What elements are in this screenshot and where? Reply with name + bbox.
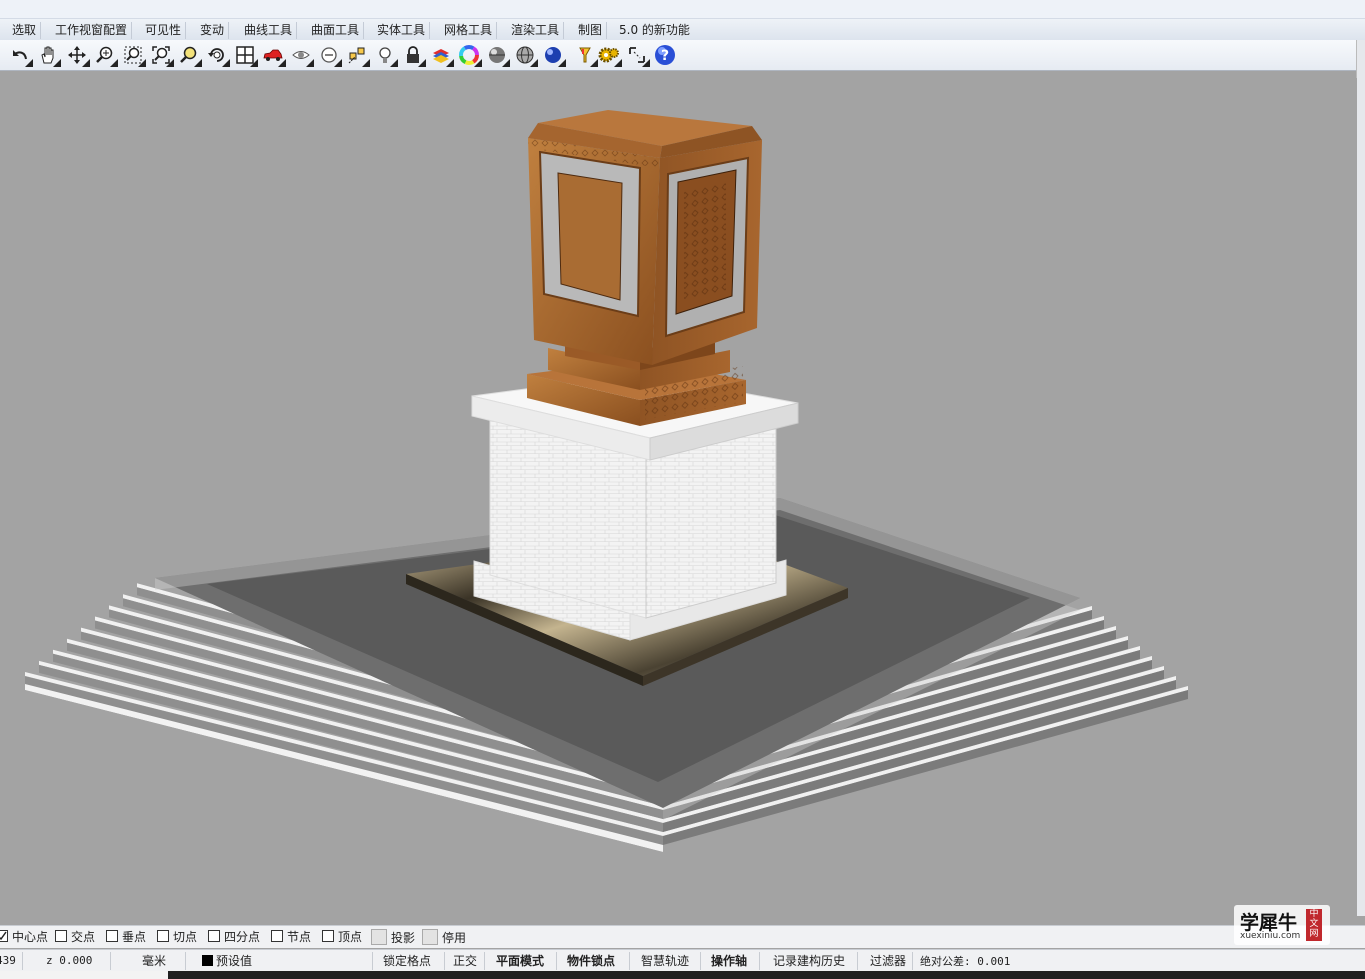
layer-palette-icon[interactable] bbox=[429, 43, 454, 67]
svg-text:?: ? bbox=[661, 48, 669, 64]
taskbar-start-area[interactable] bbox=[0, 971, 168, 979]
os-taskbar bbox=[0, 971, 1365, 979]
right-scrollbar[interactable] bbox=[1356, 40, 1365, 916]
osnap-tangent[interactable]: 切点 bbox=[157, 929, 197, 945]
undo-icon[interactable] bbox=[8, 43, 33, 67]
watermark-seal: 中文网 bbox=[1306, 909, 1322, 941]
osnap-bar: 中心点 交点 垂点 切点 四分点 节点 顶点 投影 停用 bbox=[0, 925, 1365, 948]
osnap-project-label: 投影 bbox=[391, 931, 416, 945]
planar-toggle[interactable]: 平面模式 bbox=[496, 953, 544, 969]
tab-render-tools[interactable]: 渲染工具 bbox=[507, 22, 565, 39]
help-icon[interactable]: ? bbox=[653, 43, 677, 67]
checkbox-perpendicular[interactable] bbox=[106, 930, 118, 942]
layer-selector[interactable]: 预设值 bbox=[202, 953, 252, 969]
units-readout[interactable]: 毫米 bbox=[142, 953, 166, 969]
title-strip bbox=[0, 0, 1365, 19]
zoom-extents-icon[interactable] bbox=[149, 43, 174, 67]
tab-solid-tools[interactable]: 实体工具 bbox=[373, 22, 431, 39]
grid-snap-toggle[interactable]: 锁定格点 bbox=[383, 953, 431, 969]
zoom-selected-icon[interactable] bbox=[177, 43, 202, 67]
four-viewports-icon[interactable] bbox=[233, 43, 258, 67]
osnap-toggle[interactable]: 物件锁点 bbox=[567, 953, 615, 969]
tab-drafting[interactable]: 制图 bbox=[574, 22, 608, 39]
smarttrack-toggle[interactable]: 智慧轨迹 bbox=[641, 953, 689, 969]
toolbar-tab-bar: 选取 工作视窗配置 可见性 变动 曲线工具 曲面工具 实体工具 网格工具 渲染工… bbox=[0, 19, 1365, 40]
osnap-intersection[interactable]: 交点 bbox=[55, 929, 95, 945]
layer-color-swatch bbox=[202, 955, 213, 966]
osnap-center-label: 中心点 bbox=[12, 930, 49, 944]
tolerance-readout: 绝对公差: 0.001 bbox=[920, 953, 1010, 969]
status-bar: 439 z 0.000 毫米 预设值 锁定格点 正交 平面模式 物件锁点 智慧轨… bbox=[0, 949, 1365, 972]
checkbox-intersection[interactable] bbox=[55, 930, 67, 942]
osnap-vertex[interactable]: 顶点 bbox=[322, 929, 362, 945]
tab-curve-tools[interactable]: 曲线工具 bbox=[240, 22, 298, 39]
color-wheel-icon[interactable] bbox=[457, 43, 482, 67]
osnap-center[interactable]: 中心点 bbox=[0, 929, 48, 945]
tab-select[interactable]: 选取 bbox=[8, 22, 42, 39]
pan-hand-icon[interactable] bbox=[36, 43, 61, 67]
watermark-url: xuexiniu.com bbox=[1240, 931, 1301, 941]
tolerance-text: 绝对公差: 0.001 bbox=[920, 955, 1011, 968]
ortho-toggle[interactable]: 正交 bbox=[453, 953, 477, 969]
zoom-window-icon[interactable] bbox=[121, 43, 146, 67]
highlighter-icon[interactable] bbox=[573, 43, 598, 67]
checkbox-project[interactable] bbox=[371, 929, 387, 945]
osnap-perpendicular-label: 垂点 bbox=[122, 930, 147, 944]
side-panel-ornament bbox=[684, 181, 726, 301]
osnap-knot[interactable]: 节点 bbox=[271, 929, 311, 945]
osnap-quadrant-label: 四分点 bbox=[224, 930, 261, 944]
perspective-viewport[interactable] bbox=[0, 78, 1357, 916]
show-object-icon[interactable] bbox=[317, 43, 342, 67]
lock-icon[interactable] bbox=[401, 43, 426, 67]
tab-mesh-tools[interactable]: 网格工具 bbox=[440, 22, 498, 39]
filter-button[interactable]: 过滤器 bbox=[870, 953, 906, 969]
checkbox-knot[interactable] bbox=[271, 930, 283, 942]
gumball-toggle[interactable]: 操作轴 bbox=[711, 953, 747, 969]
osnap-perpendicular[interactable]: 垂点 bbox=[106, 929, 146, 945]
tab-viewport-layout[interactable]: 工作视窗配置 bbox=[51, 22, 133, 39]
move-view-icon[interactable] bbox=[65, 43, 90, 67]
light-bulb-icon[interactable] bbox=[373, 43, 398, 67]
window-front-panel bbox=[557, 172, 623, 301]
osnap-disable[interactable]: 停用 bbox=[422, 929, 466, 945]
gear-settings-icon[interactable] bbox=[597, 43, 622, 67]
osnap-disable-label: 停用 bbox=[442, 931, 467, 945]
shaded-sphere-icon[interactable] bbox=[485, 43, 510, 67]
main-toolbar: ? bbox=[0, 40, 1365, 71]
grid-snap-icon[interactable] bbox=[625, 43, 650, 67]
checkbox-tangent[interactable] bbox=[157, 930, 169, 942]
tab-surface-tools[interactable]: 曲面工具 bbox=[307, 22, 365, 39]
select-points-icon[interactable] bbox=[345, 43, 370, 67]
rendered-model bbox=[25, 110, 1188, 916]
history-toggle[interactable]: 记录建构历史 bbox=[773, 953, 845, 969]
osnap-vertex-label: 顶点 bbox=[338, 930, 363, 944]
tab-transform[interactable]: 变动 bbox=[196, 22, 230, 39]
tab-new-in-v5[interactable]: 5.0 的新功能 bbox=[615, 22, 694, 39]
zoom-icon[interactable] bbox=[93, 43, 118, 67]
osnap-project[interactable]: 投影 bbox=[371, 929, 415, 945]
osnap-knot-label: 节点 bbox=[287, 930, 312, 944]
hide-eye-icon[interactable] bbox=[289, 43, 314, 67]
coord-x-readout: 439 bbox=[0, 954, 16, 967]
osnap-quadrant[interactable]: 四分点 bbox=[208, 929, 260, 945]
checkbox-quadrant[interactable] bbox=[208, 930, 220, 942]
checkbox-disable[interactable] bbox=[422, 929, 438, 945]
osnap-intersection-label: 交点 bbox=[71, 930, 96, 944]
rotate-view-icon[interactable] bbox=[205, 43, 230, 67]
coord-z-readout: z 0.000 bbox=[46, 954, 93, 967]
osnap-tangent-label: 切点 bbox=[173, 930, 198, 944]
wireframe-sphere-icon[interactable] bbox=[513, 43, 538, 67]
rendered-sphere-icon[interactable] bbox=[541, 43, 566, 67]
watermark-logo: 学犀牛 xuexiniu.com 中文网 bbox=[1234, 905, 1330, 945]
tab-visibility[interactable]: 可见性 bbox=[141, 22, 187, 39]
checkbox-vertex[interactable] bbox=[322, 930, 334, 942]
checkbox-center[interactable] bbox=[0, 930, 8, 942]
layer-name: 预设值 bbox=[216, 954, 253, 968]
car-icon[interactable] bbox=[261, 43, 286, 67]
